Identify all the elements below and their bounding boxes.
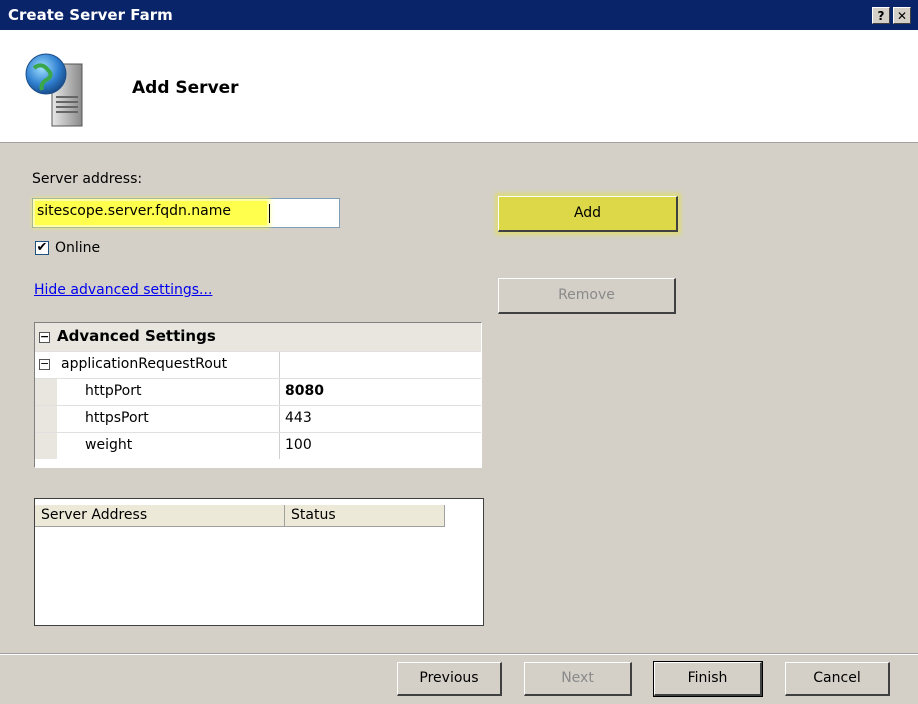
column-header-status[interactable]: Status (285, 505, 445, 527)
property-value[interactable]: 8080 (285, 383, 324, 399)
footer-divider-highlight (0, 654, 918, 655)
finish-button[interactable]: Finish (653, 661, 763, 697)
previous-button[interactable]: Previous (397, 662, 502, 696)
server-address-label: Server address: (32, 171, 143, 187)
property-name: weight (85, 437, 133, 453)
remove-button[interactable]: Remove (498, 278, 676, 314)
help-button[interactable]: ? (872, 7, 890, 24)
category-label: Advanced Settings (57, 327, 216, 345)
property-name: httpPort (85, 383, 142, 399)
property-value[interactable]: 100 (285, 437, 312, 453)
row-gutter (35, 379, 57, 405)
text-caret (269, 204, 270, 223)
server-list[interactable]: Server Address Status (34, 498, 484, 626)
property-row-httpsport[interactable]: httpsPort 443 (35, 405, 481, 432)
column-divider (279, 406, 280, 432)
online-label[interactable]: Online (55, 240, 100, 256)
row-gutter (35, 433, 57, 459)
property-name: httpsPort (85, 410, 149, 426)
column-divider (279, 379, 280, 405)
property-row-weight[interactable]: weight 100 (35, 432, 481, 459)
column-divider (279, 352, 280, 378)
wizard-header: Add Server (0, 30, 918, 143)
column-divider (279, 433, 280, 459)
server-globe-icon (24, 50, 104, 132)
collapse-icon[interactable]: − (39, 331, 50, 343)
property-value[interactable]: 443 (285, 410, 312, 426)
row-gutter (35, 406, 57, 432)
window-title: Create Server Farm (8, 6, 173, 24)
category-row-advanced-settings[interactable]: − Advanced Settings (35, 323, 481, 351)
title-bar: Create Server Farm ? ✕ (0, 0, 918, 30)
server-address-value: sitescope.server.fqdn.name (37, 203, 232, 219)
property-row-httpport[interactable]: httpPort 8080 (35, 378, 481, 405)
close-button[interactable]: ✕ (893, 7, 911, 24)
collapse-icon[interactable]: − (39, 358, 50, 370)
add-button[interactable]: Add (498, 196, 678, 232)
group-row[interactable]: − applicationRequestRout (35, 351, 481, 378)
cancel-button[interactable]: Cancel (785, 662, 890, 696)
online-checkbox[interactable]: ✔ (35, 241, 49, 255)
next-button[interactable]: Next (524, 662, 632, 696)
hide-advanced-settings-link[interactable]: Hide advanced settings... (34, 282, 212, 298)
column-header-server-address[interactable]: Server Address (35, 505, 285, 527)
advanced-settings-grid[interactable]: − Advanced Settings − applicationRequest… (34, 322, 482, 468)
server-address-input[interactable]: sitescope.server.fqdn.name (32, 198, 340, 228)
page-title: Add Server (132, 78, 239, 98)
group-label: applicationRequestRout (61, 356, 228, 372)
